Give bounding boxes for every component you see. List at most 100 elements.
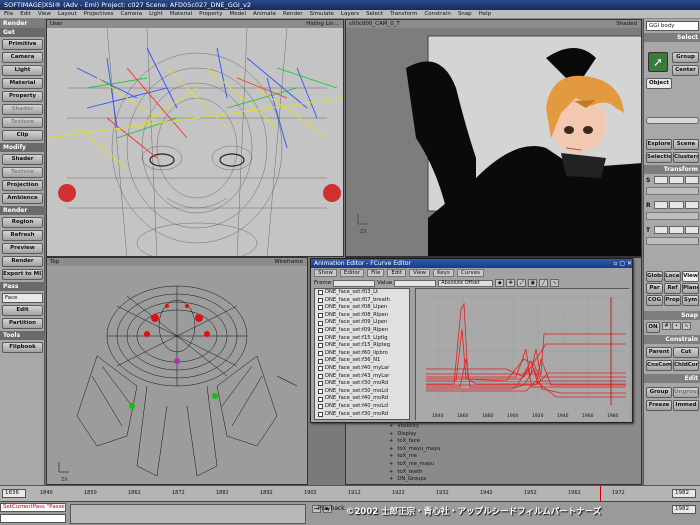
- object-select-button[interactable]: Object: [646, 78, 672, 89]
- anim-menu-editor[interactable]: Editor: [339, 269, 365, 277]
- menu-transform[interactable]: Transform: [390, 10, 417, 18]
- refresh-button[interactable]: Refresh: [2, 230, 43, 241]
- playhead[interactable]: [600, 486, 601, 501]
- channel-checkbox[interactable]: [318, 297, 323, 303]
- expand-icon[interactable]: +: [389, 461, 393, 469]
- selection-button[interactable]: Selection: [646, 152, 672, 163]
- channel-item[interactable]: DNE_face_set:f07_breath: [315, 297, 409, 305]
- selection-filter-field[interactable]: [646, 117, 699, 124]
- projection-button[interactable]: Projection: [2, 180, 43, 191]
- explorer-item[interactable]: + DN_Groups: [386, 476, 566, 484]
- select-arrow-icon[interactable]: ➚: [648, 52, 668, 72]
- immed-button[interactable]: Immed: [673, 400, 699, 411]
- transform-value-field[interactable]: [684, 226, 699, 234]
- channel-item[interactable]: DNE_face_set:f60_Iipbro: [315, 350, 409, 358]
- export-to-mi2-button[interactable]: Export to MI2: [2, 269, 43, 280]
- mode-title[interactable]: Render: [0, 19, 45, 28]
- frame-field[interactable]: [333, 279, 376, 287]
- shader-button[interactable]: Shader: [2, 104, 43, 115]
- viewport-camera-label[interactable]: Top: [50, 258, 59, 266]
- transform-value-field[interactable]: [669, 176, 684, 184]
- clip-button[interactable]: Clip: [2, 130, 43, 141]
- menu-file[interactable]: File: [4, 10, 13, 18]
- pass-select[interactable]: Face: [2, 293, 43, 303]
- explorer-item[interactable]: + Visibility: [386, 423, 566, 431]
- viewport-camera-label[interactable]: s00c000_CAM_0_T: [349, 20, 400, 28]
- transform-slider[interactable]: [646, 212, 699, 220]
- current-frame-field[interactable]: 1982: [672, 505, 696, 514]
- menu-camera[interactable]: Camera: [121, 10, 143, 18]
- snap-point-icon[interactable]: •: [672, 322, 681, 330]
- channel-checkbox[interactable]: [318, 381, 323, 387]
- edit-button[interactable]: Edit: [2, 305, 43, 316]
- model-field[interactable]: GGI body: [646, 21, 699, 31]
- channel-item[interactable]: DNE_face_set:f08_RIpen: [315, 312, 409, 320]
- viewport-mode-label[interactable]: Hiding Lin...: [306, 20, 339, 28]
- snap-on-toggle[interactable]: ON: [646, 322, 660, 333]
- group-select-button[interactable]: Group: [672, 52, 699, 63]
- transform-slider[interactable]: [646, 237, 699, 245]
- timeline-ruler[interactable]: 1840 1850 1862 1872 1882 1892 1902 1912 1922 1932…: [40, 486, 640, 501]
- expand-icon[interactable]: +: [389, 469, 393, 477]
- move-tool-icon[interactable]: ✥: [506, 279, 516, 287]
- texture-button[interactable]: Texture: [2, 117, 43, 128]
- anim-menu-file[interactable]: File: [367, 269, 385, 277]
- freeze-button[interactable]: Freeze: [646, 400, 672, 411]
- anim-menu-edit[interactable]: Edit: [387, 269, 406, 277]
- channel-item[interactable]: DNE_face_set:f30_moLcl: [315, 388, 409, 396]
- render-button[interactable]: Render: [2, 256, 43, 267]
- shader-button[interactable]: Shader: [2, 154, 43, 165]
- primitive-button[interactable]: Primitive: [2, 39, 43, 50]
- cnscomp-button[interactable]: CnsComp: [646, 360, 672, 371]
- channel-checkbox[interactable]: [318, 404, 323, 410]
- channel-item[interactable]: DNE_face_set:f03_Lt: [315, 289, 409, 297]
- viewport-mode-label[interactable]: Wireframe: [274, 258, 303, 266]
- anim-menu-show[interactable]: Show: [314, 269, 337, 277]
- timeline[interactable]: 1836 1840 1850 1862 1872 1882 1892 1902 1912 192…: [0, 485, 700, 501]
- snap-curve-icon[interactable]: ∿: [682, 322, 691, 330]
- parent-button[interactable]: Parent: [646, 347, 672, 358]
- view-ref-button[interactable]: View: [682, 271, 699, 282]
- cut-button[interactable]: Cut: [673, 347, 699, 358]
- preview-button[interactable]: Preview: [2, 243, 43, 254]
- channel-item[interactable]: DNE_face_set:f40_moRd: [315, 395, 409, 403]
- group-button[interactable]: Group: [646, 387, 672, 398]
- channel-item[interactable]: DNE_face_set:f15_LIptlg: [315, 335, 409, 343]
- value-field[interactable]: [394, 279, 437, 287]
- channel-item[interactable]: DNE_face_set:f30_moRd: [315, 380, 409, 388]
- material-button[interactable]: Material: [2, 78, 43, 89]
- expand-icon[interactable]: +: [389, 476, 393, 484]
- menu-property[interactable]: Property: [199, 10, 222, 18]
- menu-projectives[interactable]: Projectives: [84, 10, 114, 18]
- ungroup-button[interactable]: Ungroup: [673, 387, 699, 398]
- snap-grid-icon[interactable]: #: [662, 322, 671, 330]
- channel-checkbox[interactable]: [318, 328, 323, 334]
- menu-constrain[interactable]: Constrain: [424, 10, 450, 18]
- channel-item[interactable]: DNE_face_set:f15_RIpteg: [315, 342, 409, 350]
- channel-item[interactable]: DNE_face_set:f43_myLar: [315, 373, 409, 381]
- menu-select[interactable]: Select: [366, 10, 383, 18]
- explorer-item[interactable]: + toX_mayu_mayu: [386, 446, 566, 454]
- menu-layers[interactable]: Layers: [341, 10, 359, 18]
- channel-checkbox[interactable]: [318, 358, 323, 364]
- transform-value-field[interactable]: [654, 226, 669, 234]
- global-ref-button[interactable]: Global: [646, 271, 663, 282]
- channel-item[interactable]: DNE_face_set:f09_RIpen: [315, 327, 409, 335]
- menu-snap[interactable]: Snap: [458, 10, 472, 18]
- local-ref-button[interactable]: Local: [664, 271, 681, 282]
- texture-button[interactable]: Texture: [2, 167, 43, 178]
- menu-model[interactable]: Model: [229, 10, 246, 18]
- transform-value-field[interactable]: [669, 201, 684, 209]
- channel-checkbox[interactable]: [318, 351, 323, 357]
- center-select-button[interactable]: Center: [672, 65, 699, 76]
- channel-checkbox[interactable]: [318, 305, 323, 311]
- channel-checkbox[interactable]: [318, 290, 323, 296]
- explorer-item[interactable]: + toX_me_mayu: [386, 461, 566, 469]
- transform-value-field[interactable]: [684, 201, 699, 209]
- viewport-mode-label[interactable]: Shaded: [616, 20, 637, 28]
- clusters-button[interactable]: Clusters: [673, 152, 699, 163]
- channel-item[interactable]: DNE_face_set:f30_moRd: [315, 411, 409, 419]
- anim-menu-keys[interactable]: Keys: [433, 269, 454, 277]
- channel-item[interactable]: DNE_face_set:f40_moLcl: [315, 403, 409, 411]
- expand-icon[interactable]: +: [389, 446, 393, 454]
